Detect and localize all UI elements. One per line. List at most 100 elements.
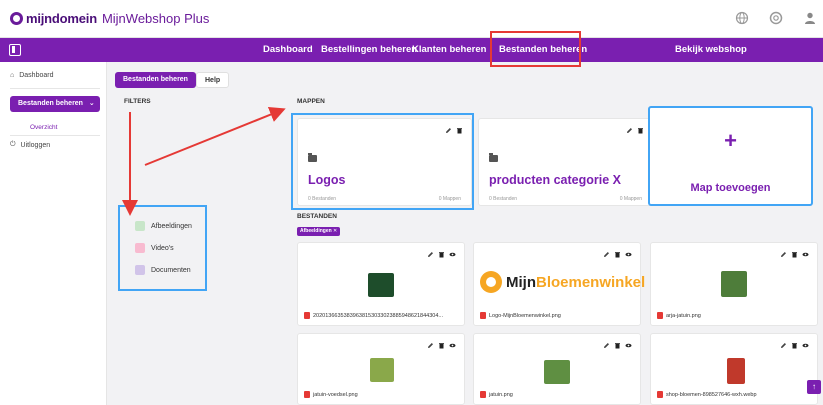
eye-icon[interactable]	[449, 251, 456, 258]
file-card[interactable]: jatuin-voedsel.png	[297, 333, 465, 405]
add-folder-label: Map toevoegen	[690, 182, 771, 194]
folder-card-producten[interactable]: producten categorie X 0 Bestanden 0 Mapp…	[478, 118, 653, 206]
eye-icon[interactable]	[802, 251, 809, 258]
file-type-icon	[304, 391, 310, 398]
file-thumbnail	[727, 358, 745, 384]
sidebar-item-overzicht[interactable]: Overzicht	[30, 124, 57, 131]
file-name-label: shop-bloemen-898527646-wxh.webp	[666, 391, 757, 398]
tab-bestanden-beheren[interactable]: Bestanden beheren	[115, 72, 196, 88]
nav-highlight-annotation	[490, 31, 581, 67]
plus-icon: +	[724, 128, 737, 153]
logo-thumbnail: MijnBloemenwinkel	[480, 271, 645, 293]
trash-icon[interactable]	[438, 251, 445, 258]
folder-name[interactable]: producten categorie X	[489, 173, 621, 187]
nav-dashboard[interactable]: Dashboard	[263, 38, 313, 62]
trash-icon[interactable]	[791, 251, 798, 258]
globe-icon[interactable]	[735, 11, 749, 25]
file-type-icon	[304, 312, 310, 319]
filter-documenten[interactable]: Documenten	[135, 265, 191, 275]
folder-file-count: 0 Bestanden	[489, 196, 518, 202]
pencil-icon[interactable]	[427, 342, 434, 349]
eye-icon[interactable]	[625, 342, 632, 349]
card-tools	[603, 251, 632, 258]
add-folder-button[interactable]: + Map toevoegen	[648, 106, 813, 206]
file-type-icon	[480, 391, 486, 398]
file-name-label: arja-jatuin.png	[666, 312, 701, 319]
pencil-icon[interactable]	[427, 251, 434, 258]
file-card[interactable]: 2020136635383963815303302388594862184430…	[297, 242, 465, 326]
trash-icon[interactable]	[791, 342, 798, 349]
files-title: BESTANDEN	[297, 213, 337, 220]
sidebar-toggle-icon[interactable]	[9, 44, 21, 56]
card-tools	[427, 251, 456, 258]
scroll-to-top-button[interactable]: ↑	[807, 380, 821, 394]
sidebar-item-label: Uitloggen	[20, 141, 51, 149]
filter-label: Afbeeldingen	[151, 222, 192, 230]
trash-icon[interactable]	[637, 127, 644, 134]
file-name: arja-jatuin.png	[657, 312, 811, 319]
product-name: MijnWebshop Plus	[101, 11, 210, 26]
card-tools	[427, 342, 456, 349]
file-name: shop-bloemen-898527646-wxh.webp	[657, 391, 811, 398]
pencil-icon[interactable]	[780, 342, 787, 349]
file-type-icon	[480, 312, 486, 319]
user-icon[interactable]	[803, 11, 817, 25]
file-name-label: Logo-MijnBloemenwinkel.png	[489, 312, 561, 319]
filters-panel: Afbeeldingen Video's Documenten	[118, 205, 207, 291]
logo-text: MijnBloemenwinkel	[506, 273, 646, 291]
file-name-label: jatuin-voedsel.png	[313, 391, 358, 398]
eye-icon[interactable]	[802, 342, 809, 349]
document-icon	[135, 265, 145, 275]
flower-logo-icon	[480, 271, 502, 293]
help-lifebuoy-icon[interactable]	[769, 11, 783, 25]
file-card[interactable]: shop-bloemen-898527646-wxh.webp	[650, 333, 818, 405]
pencil-icon[interactable]	[626, 127, 633, 134]
card-tools	[626, 127, 644, 134]
file-name: jatuin.png	[480, 391, 634, 398]
nav-bekijk-webshop[interactable]: Bekijk webshop	[675, 38, 747, 62]
file-card[interactable]: arja-jatuin.png	[650, 242, 818, 326]
filter-label: Video's	[151, 244, 174, 252]
folders-title: MAPPEN	[297, 98, 325, 105]
eye-icon[interactable]	[449, 342, 456, 349]
video-icon	[135, 243, 145, 253]
file-card[interactable]: MijnBloemenwinkel Logo-MijnBloemenwinkel…	[473, 242, 645, 326]
nav-klanten-beheren[interactable]: Klanten beheren	[412, 38, 486, 62]
file-name: 2020136635383963815303302388594862184430…	[304, 312, 458, 319]
brand-name: mijndomein	[26, 11, 97, 26]
folder-icon	[489, 153, 498, 162]
folder-map-count: 0 Mappen	[619, 196, 642, 202]
brand-logo[interactable]: mijndomein MijnWebshop Plus	[10, 11, 209, 26]
filter-label: Documenten	[151, 266, 191, 274]
file-name-label: jatuin.png	[489, 391, 513, 398]
file-thumbnail	[370, 358, 394, 382]
file-name: jatuin-voedsel.png	[304, 391, 458, 398]
tab-help[interactable]: Help	[196, 72, 230, 88]
pencil-icon[interactable]	[603, 251, 610, 258]
sidebar-item-bestanden-beheren[interactable]: Bestanden beheren ⌄	[10, 96, 100, 112]
top-icons	[735, 11, 817, 25]
folder-highlight-annotation	[291, 113, 474, 210]
trash-icon[interactable]	[438, 342, 445, 349]
filters-title: FILTERS	[124, 98, 151, 105]
file-type-icon	[657, 391, 663, 398]
file-card[interactable]: jatuin.png	[473, 333, 641, 405]
nav-bestellingen-beheren[interactable]: Bestellingen beheren	[321, 38, 417, 62]
main-navigation: Dashboard Bestellingen beheren Klanten b…	[0, 38, 823, 62]
card-tools	[603, 342, 632, 349]
pencil-icon[interactable]	[780, 251, 787, 258]
file-name-label: 2020136635383963815303302388594862184430…	[313, 312, 443, 319]
card-tools	[780, 251, 809, 258]
filter-afbeeldingen[interactable]: Afbeeldingen	[135, 221, 192, 231]
file-thumbnail	[721, 271, 747, 297]
sidebar-item-uitloggen[interactable]: ⏻ Uitloggen	[10, 141, 50, 149]
chevron-down-icon: ⌄	[88, 100, 95, 107]
file-thumbnail	[544, 360, 570, 384]
trash-icon[interactable]	[614, 342, 621, 349]
active-filter-badge[interactable]: Afbeeldingen ✕	[297, 227, 341, 236]
pencil-icon[interactable]	[603, 342, 610, 349]
sidebar-item-dashboard[interactable]: ⌂ Dashboard	[10, 72, 53, 79]
eye-icon[interactable]	[625, 251, 632, 258]
filter-videos[interactable]: Video's	[135, 243, 174, 253]
trash-icon[interactable]	[614, 251, 621, 258]
